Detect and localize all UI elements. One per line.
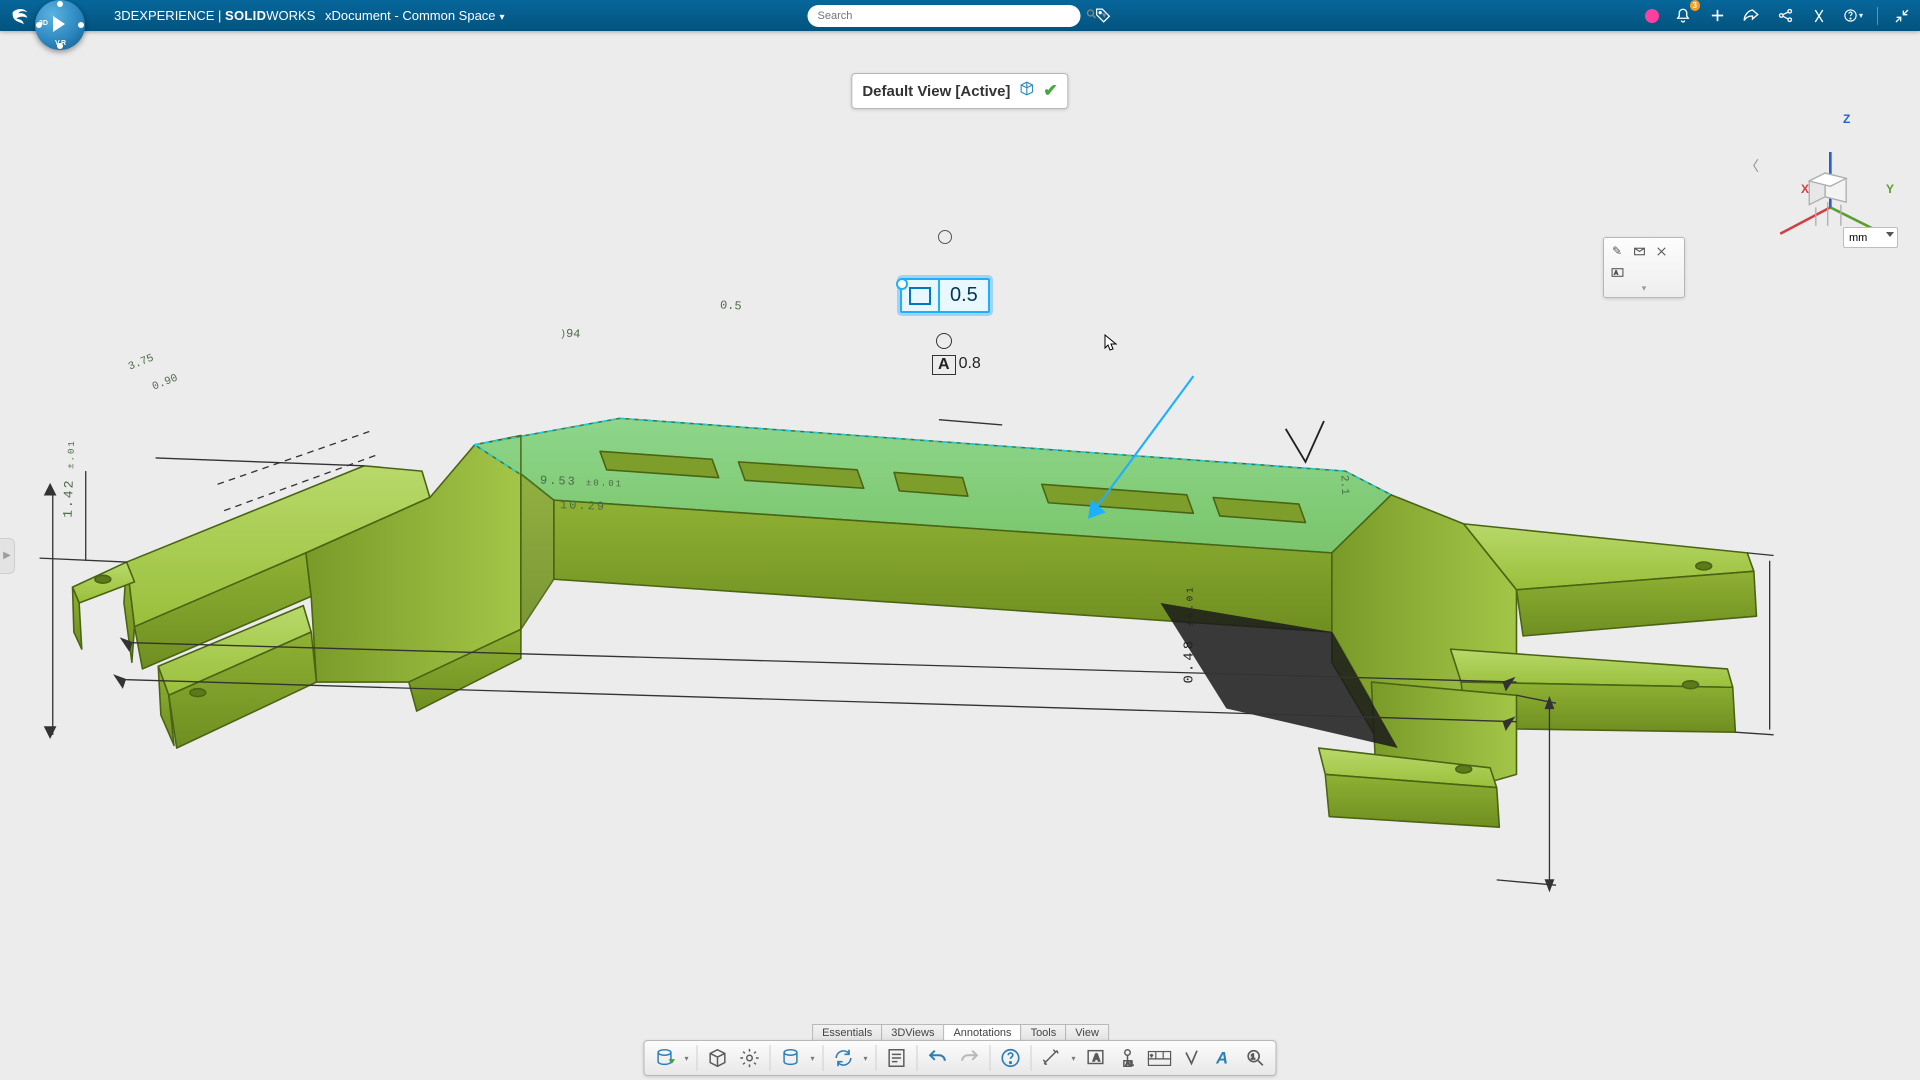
- search-input[interactable]: [808, 5, 1081, 27]
- svg-text:A: A: [1614, 270, 1618, 276]
- dropdown-icon[interactable]: ▾: [683, 1054, 691, 1063]
- datum-button[interactable]: A1: [1114, 1044, 1142, 1072]
- share-nodes-icon[interactable]: [1775, 6, 1795, 26]
- check-icon[interactable]: ✔: [1043, 81, 1057, 101]
- surface-finish-callout[interactable]: A 0.8: [932, 333, 981, 375]
- svg-text:A: A: [1093, 1053, 1101, 1064]
- dim-height[interactable]: 1.42 ±.01: [60, 439, 78, 518]
- separator: [1877, 7, 1878, 25]
- note-button[interactable]: A: [1082, 1044, 1110, 1072]
- properties-button[interactable]: [883, 1044, 911, 1072]
- gtol-button[interactable]: ⌖: [1146, 1044, 1174, 1072]
- surface-marker[interactable]: [938, 230, 952, 244]
- svg-text:⌖: ⌖: [1150, 1053, 1153, 1058]
- font-button[interactable]: A: [1210, 1044, 1238, 1072]
- frame-style-icon[interactable]: [1630, 242, 1648, 260]
- collapse-icon[interactable]: [1892, 6, 1912, 26]
- dim-bottom-right[interactable]: 0.48 ±0.01: [1182, 584, 1198, 683]
- gtol-callout[interactable]: 0.5: [900, 278, 990, 313]
- search-dropdown-icon[interactable]: ▾: [1102, 10, 1107, 21]
- svg-text:1: 1: [1251, 1052, 1255, 1061]
- unit-select[interactable]: mm: [1843, 227, 1898, 248]
- clear-style-icon[interactable]: [1652, 242, 1670, 260]
- svg-text:A: A: [1215, 1050, 1228, 1068]
- play-icon: [53, 16, 65, 32]
- bottom-toolbar: ▾ ▾ ▾ ▾ A A1 ⌖ A 1: [644, 1040, 1277, 1076]
- chevron-down-icon: [1886, 232, 1894, 237]
- surface-finish-button[interactable]: [1178, 1044, 1206, 1072]
- palette-expand[interactable]: ▾: [1608, 283, 1680, 293]
- dim-top-width[interactable]: 0.5: [720, 298, 742, 313]
- status-dot[interactable]: [1645, 9, 1659, 23]
- 3d-viewport[interactable]: )94 0.5 3.75 0.90 1.42 ±.01 9.53 ±0.01 1…: [0, 31, 1920, 1080]
- text-field-icon[interactable]: A: [1608, 263, 1626, 281]
- dim-len-inner[interactable]: 9.53 ±0.01: [540, 474, 623, 491]
- display-button[interactable]: [704, 1044, 732, 1072]
- update-button[interactable]: [830, 1044, 858, 1072]
- left-panel-expand[interactable]: ▶: [0, 538, 15, 574]
- import-button[interactable]: [651, 1044, 679, 1072]
- dropdown-icon[interactable]: ▾: [1070, 1054, 1078, 1063]
- svg-text:A1: A1: [1126, 1060, 1134, 1067]
- chevron-down-icon[interactable]: ▾: [500, 12, 505, 23]
- community-icon[interactable]: [1809, 6, 1829, 26]
- database-button[interactable]: [777, 1044, 805, 1072]
- notifications-button[interactable]: 3: [1673, 6, 1693, 26]
- app-title[interactable]: 3DEXPERIENCE | SOLIDWORKS xDocument - Co…: [114, 8, 505, 23]
- help-icon[interactable]: ▾: [1843, 6, 1863, 26]
- add-button[interactable]: [1707, 6, 1727, 26]
- dropdown-icon[interactable]: ▾: [862, 1054, 870, 1063]
- dim-angle[interactable]: )94: [560, 326, 581, 341]
- share-arrow-icon[interactable]: [1741, 6, 1761, 26]
- ds-logo[interactable]: [6, 3, 34, 31]
- compass-button[interactable]: 3D V.R: [35, 0, 90, 55]
- undo-button[interactable]: [924, 1044, 952, 1072]
- zoom-fit-button[interactable]: 1: [1242, 1044, 1270, 1072]
- cube-icon: [1018, 80, 1035, 102]
- dim-len-outer[interactable]: 10.29: [560, 498, 606, 514]
- selection-handle[interactable]: [896, 278, 908, 290]
- dropdown-icon[interactable]: ▾: [809, 1054, 817, 1063]
- dimension-button[interactable]: [1038, 1044, 1066, 1072]
- format-palette: ✎ A ▾: [1603, 237, 1685, 298]
- redo-button[interactable]: [956, 1044, 984, 1072]
- dim-right-side[interactable]: 2.1: [1338, 475, 1351, 495]
- help-button[interactable]: [997, 1044, 1025, 1072]
- axis-triad[interactable]: 〈 X Y Z: [1805, 116, 1890, 201]
- edit-style-icon[interactable]: ✎: [1608, 242, 1626, 260]
- datum-target-icon: [936, 333, 952, 349]
- search-icon[interactable]: [1086, 8, 1098, 23]
- settings-button[interactable]: [736, 1044, 764, 1072]
- view-state-chip[interactable]: Default View [Active] ✔: [851, 73, 1068, 109]
- triad-collapse-icon[interactable]: 〈: [1745, 156, 1759, 176]
